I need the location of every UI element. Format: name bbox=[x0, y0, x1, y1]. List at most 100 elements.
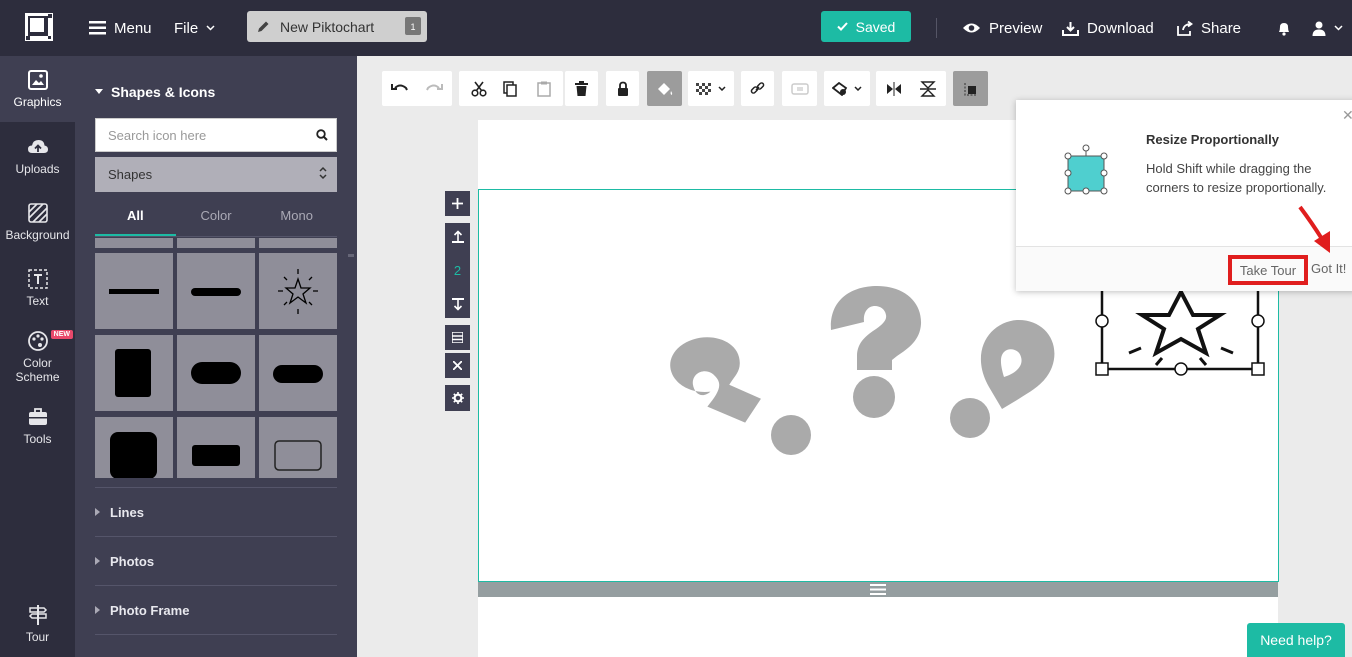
check-icon bbox=[836, 22, 848, 31]
lock-button[interactable] bbox=[606, 71, 639, 106]
delete-block-button[interactable] bbox=[445, 353, 470, 378]
share-button[interactable]: Share bbox=[1177, 0, 1241, 56]
take-tour-label: Take Tour bbox=[1239, 262, 1297, 278]
shape-tile-outline-rect[interactable] bbox=[259, 417, 337, 478]
shape-tile[interactable] bbox=[259, 238, 337, 248]
take-tour-button[interactable]: Take Tour bbox=[1228, 255, 1308, 285]
shape-tile-thin-line[interactable] bbox=[95, 253, 173, 329]
tab-all[interactable]: All bbox=[95, 202, 176, 236]
rail-item-tour[interactable]: Tour bbox=[0, 604, 75, 654]
shape-tile-rounded-square[interactable] bbox=[95, 417, 173, 478]
search-icon[interactable] bbox=[316, 129, 328, 141]
icon-search-input[interactable] bbox=[96, 119, 296, 151]
fill-color-button[interactable] bbox=[647, 71, 682, 106]
move-down-icon[interactable] bbox=[451, 298, 464, 312]
tab-color[interactable]: Color bbox=[176, 202, 257, 236]
section-header-shapes-icons[interactable]: Shapes & Icons bbox=[95, 84, 215, 100]
resize-handle-right[interactable] bbox=[1251, 314, 1265, 328]
rail-item-graphics[interactable]: Graphics bbox=[0, 56, 75, 122]
align-icon bbox=[963, 82, 977, 96]
rail-label-text: Text bbox=[26, 294, 49, 308]
cloud-upload-icon bbox=[27, 140, 48, 153]
block-resize-bar[interactable] bbox=[478, 582, 1278, 597]
transparency-button[interactable] bbox=[688, 71, 734, 106]
stack-icon bbox=[452, 332, 463, 343]
rail-item-tools[interactable]: Tools bbox=[0, 406, 75, 456]
shape-tile[interactable] bbox=[95, 238, 173, 248]
shape-tile-flat-pill[interactable] bbox=[259, 335, 337, 411]
rail-item-color-scheme[interactable]: NEW Color Scheme bbox=[0, 330, 75, 386]
flip-vertical-icon[interactable] bbox=[920, 80, 936, 97]
add-block-button[interactable] bbox=[445, 191, 470, 216]
move-up-icon[interactable] bbox=[451, 229, 464, 243]
rail-label-graphics: Graphics bbox=[13, 95, 62, 109]
document-title-field[interactable]: New Piktochart 1 bbox=[247, 11, 427, 42]
got-it-button[interactable]: Got It! bbox=[1311, 261, 1346, 276]
undo-icon[interactable] bbox=[391, 82, 409, 96]
rail-item-background[interactable]: Background bbox=[0, 202, 75, 252]
shape-tile-pill[interactable] bbox=[177, 335, 255, 411]
section-lines[interactable]: Lines bbox=[95, 487, 337, 536]
close-icon[interactable]: ✕ bbox=[1342, 107, 1352, 124]
section-photos[interactable]: Photos bbox=[95, 536, 337, 585]
rail-item-text[interactable]: Text bbox=[0, 268, 75, 318]
category-select-value: Shapes bbox=[108, 167, 153, 182]
shape-tile[interactable] bbox=[177, 238, 255, 248]
block-settings-button[interactable] bbox=[445, 385, 470, 411]
cut-icon[interactable] bbox=[471, 81, 487, 97]
duplicate-block-button[interactable] bbox=[445, 325, 470, 350]
file-menu-button[interactable]: File bbox=[174, 0, 215, 56]
block-order-controls: 2 bbox=[445, 223, 470, 318]
lock-icon bbox=[617, 81, 628, 96]
flip-group bbox=[876, 71, 946, 106]
resize-handle-bottom-right[interactable] bbox=[1251, 362, 1265, 376]
rail-label-tools: Tools bbox=[23, 432, 52, 446]
paste-icon[interactable] bbox=[537, 81, 551, 97]
category-select[interactable]: Shapes bbox=[95, 157, 337, 192]
rail-item-uploads[interactable]: Uploads bbox=[0, 136, 75, 186]
trash-icon bbox=[575, 81, 588, 96]
section-label-photo-frame: Photo Frame bbox=[110, 602, 190, 618]
link-icon bbox=[750, 82, 765, 94]
menu-button[interactable]: Menu bbox=[89, 0, 152, 56]
shape-tile-wide-rect[interactable] bbox=[177, 417, 255, 478]
panel-scrollbar[interactable] bbox=[348, 254, 354, 257]
need-help-button[interactable]: Need help? bbox=[1247, 623, 1345, 657]
redo-icon[interactable] bbox=[425, 82, 443, 96]
copy-icon[interactable] bbox=[503, 80, 517, 97]
flip-horizontal-icon[interactable] bbox=[886, 81, 902, 96]
download-button[interactable]: Download bbox=[1062, 0, 1154, 56]
saved-button[interactable]: Saved bbox=[821, 11, 911, 42]
resize-illustration-icon bbox=[1064, 144, 1108, 195]
delete-button[interactable] bbox=[565, 71, 598, 106]
section-photo-frame[interactable]: Photo Frame bbox=[95, 585, 337, 634]
shape-tile-rounded-line[interactable] bbox=[177, 253, 255, 329]
user-menu-button[interactable] bbox=[1312, 0, 1343, 56]
file-label: File bbox=[174, 19, 199, 37]
section-label-photos: Photos bbox=[110, 553, 155, 569]
piktochart-logo-icon[interactable] bbox=[24, 12, 54, 42]
shape-options-button[interactable] bbox=[824, 71, 870, 106]
resize-handle-bottom[interactable] bbox=[1174, 362, 1188, 376]
crop-button[interactable] bbox=[782, 71, 817, 106]
preview-button[interactable]: Preview bbox=[962, 0, 1042, 56]
plus-icon bbox=[452, 198, 463, 209]
resize-handle-left[interactable] bbox=[1095, 314, 1109, 328]
pencil-icon bbox=[258, 21, 269, 32]
caret-right-icon bbox=[95, 508, 100, 516]
shape-tile-tall-rect[interactable] bbox=[95, 335, 173, 411]
shape-tile-star-burst[interactable] bbox=[259, 253, 337, 329]
hamburger-icon bbox=[89, 21, 106, 35]
notifications-button[interactable] bbox=[1277, 0, 1291, 56]
chevron-down-icon bbox=[718, 86, 726, 91]
document-title: New Piktochart bbox=[280, 18, 375, 35]
align-button[interactable] bbox=[953, 71, 988, 106]
link-button[interactable] bbox=[741, 71, 774, 106]
tab-mono[interactable]: Mono bbox=[256, 202, 337, 236]
clipboard-group bbox=[459, 71, 563, 106]
resize-handle-bottom-left[interactable] bbox=[1095, 362, 1109, 376]
selected-star-shape[interactable] bbox=[1094, 278, 1274, 378]
page-count-badge[interactable]: 1 bbox=[405, 17, 421, 35]
share-icon bbox=[1177, 20, 1193, 36]
section-label-lines: Lines bbox=[110, 504, 144, 520]
